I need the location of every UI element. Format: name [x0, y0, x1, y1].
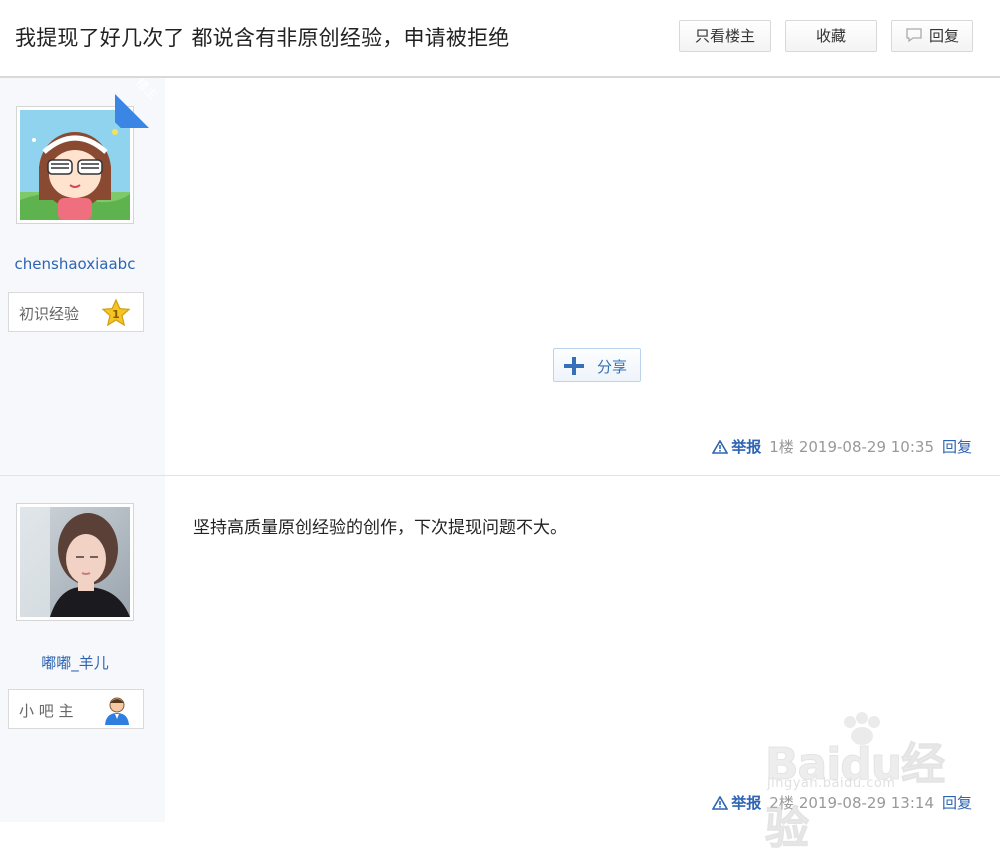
- author-sidebar: chenshaoxiaabc 初识经验 1: [0, 78, 165, 475]
- report-label: 举报: [731, 438, 762, 456]
- post-meta: 举报 2楼 2019-08-29 13:14 回复: [711, 792, 972, 813]
- warning-icon: [711, 795, 729, 810]
- avatar[interactable]: [16, 503, 134, 621]
- floor-number: 2楼: [769, 794, 794, 812]
- favorite-button[interactable]: 收藏: [785, 20, 877, 52]
- level-number: 1: [112, 308, 120, 321]
- post-meta: 举报 1楼 2019-08-29 10:35 回复: [711, 436, 972, 457]
- woman-photo-avatar-icon: [20, 507, 130, 617]
- post-content: 坚持高质量原创经验的创作，下次提现问题不大。: [193, 518, 567, 538]
- op-ribbon: 楼主: [115, 78, 165, 128]
- comment-bubble-icon: [905, 23, 923, 53]
- report-link[interactable]: 举报: [711, 438, 762, 456]
- moderator-user-icon: [103, 695, 131, 729]
- level-badge: 初识经验 1: [8, 292, 144, 332]
- floor-number: 1楼: [769, 438, 794, 456]
- only-op-button[interactable]: 只看楼主: [679, 20, 771, 52]
- reply-button-label: 回复: [928, 27, 959, 45]
- reply-link[interactable]: 回复: [942, 794, 972, 812]
- plus-icon: [564, 357, 584, 379]
- report-label: 举报: [731, 794, 762, 812]
- report-link[interactable]: 举报: [711, 794, 762, 812]
- reply-button[interactable]: 回复: [891, 20, 973, 52]
- cartoon-girl-avatar-icon: [20, 110, 130, 220]
- post-floor-1: chenshaoxiaabc 初识经验 1 楼主 分享 举报 1楼 2019-08-…: [0, 78, 1000, 476]
- level-label: 小 吧 主: [19, 702, 74, 720]
- author-username[interactable]: 嘟嘟_羊儿: [0, 652, 150, 673]
- level-label: 初识经验: [19, 305, 80, 323]
- op-ribbon-label: 楼主: [133, 78, 161, 103]
- thread-title: 我提现了好几次了 都说含有非原创经验，申请被拒绝: [15, 26, 510, 50]
- post-floor-2: 嘟嘟_羊儿 小 吧 主 坚持高质量原创经验的创作，下次提现问题不大。 举报 2楼 2…: [0, 476, 1000, 822]
- post-time: 2019-08-29 13:14: [798, 794, 934, 812]
- author-username[interactable]: chenshaoxiaabc: [0, 255, 150, 273]
- reply-link[interactable]: 回复: [942, 438, 972, 456]
- warning-icon: [711, 439, 729, 454]
- author-sidebar: 嘟嘟_羊儿 小 吧 主: [0, 476, 165, 822]
- level-badge: 小 吧 主: [8, 689, 144, 729]
- thread-header: 我提现了好几次了 都说含有非原创经验，申请被拒绝 只看楼主 收藏 回复: [0, 0, 1000, 78]
- share-button[interactable]: 分享: [553, 348, 641, 382]
- post-time: 2019-08-29 10:35: [798, 438, 934, 456]
- star-level-icon: 1: [101, 298, 131, 332]
- share-label: 分享: [597, 358, 628, 376]
